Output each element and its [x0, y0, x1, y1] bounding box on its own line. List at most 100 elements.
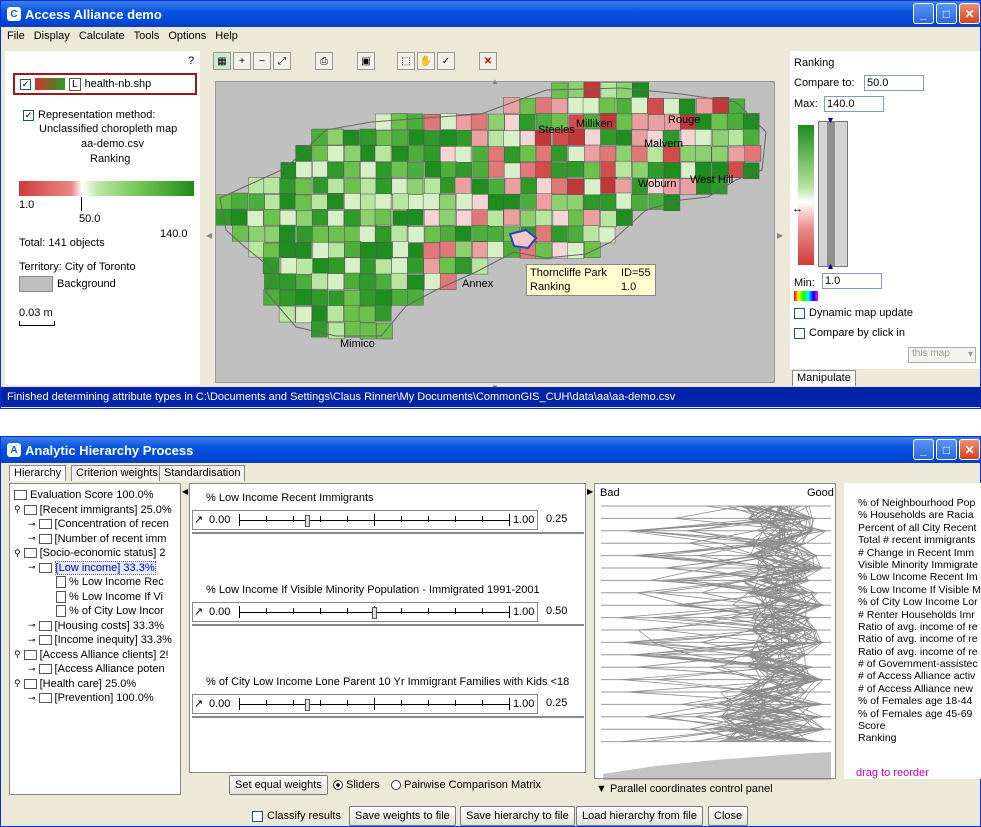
neighbourhood-polygon[interactable]: [248, 226, 266, 243]
neighbourhood-polygon[interactable]: [472, 161, 490, 179]
tree-node[interactable]: ⚲ [Access Alliance clients] 2!: [14, 648, 172, 663]
neighbourhood-polygon[interactable]: [231, 192, 248, 210]
neighbourhood-polygon[interactable]: [568, 146, 585, 163]
neighbourhood-polygon[interactable]: [390, 225, 408, 242]
neighbourhood-polygon[interactable]: [742, 128, 760, 146]
neighbourhood-polygon[interactable]: [296, 274, 313, 292]
clear-selection-icon[interactable]: ✕: [479, 52, 497, 70]
neighbourhood-polygon[interactable]: [439, 257, 456, 274]
neighbourhood-polygon[interactable]: [360, 209, 377, 227]
tree-node[interactable]: ⊸ [Access Alliance poten: [14, 662, 172, 677]
attribute-item[interactable]: Percent of all City Recent: [858, 522, 981, 534]
save-hierarchy-button[interactable]: Save hierarchy to file: [460, 806, 575, 826]
neighbourhood-polygon[interactable]: [535, 210, 553, 227]
neighbourhood-polygon[interactable]: [567, 97, 585, 114]
attribute-item[interactable]: % Households are Racia: [858, 509, 981, 521]
neighbourhood-polygon[interactable]: [582, 97, 600, 115]
neighbourhood-polygon[interactable]: [344, 257, 362, 274]
neighbourhood-polygon[interactable]: [344, 209, 361, 227]
map-panel[interactable]: Steeles Milliken Rouge Malvern Woburn We…: [215, 81, 775, 383]
neighbourhood-polygon[interactable]: [440, 161, 458, 179]
load-hierarchy-button[interactable]: Load hierarchy from file: [576, 806, 703, 826]
neighbourhood-polygon[interactable]: [456, 130, 473, 147]
neighbourhood-polygon[interactable]: [359, 289, 377, 307]
neighbourhood-polygon[interactable]: [600, 210, 617, 227]
close-button[interactable]: ✕: [959, 3, 980, 24]
neighbourhood-polygon[interactable]: [296, 258, 313, 275]
neighbourhood-polygon[interactable]: [488, 160, 505, 178]
compare-target-select[interactable]: this map ▾: [908, 347, 976, 363]
attribute-item[interactable]: # Renter Households Imr: [858, 609, 981, 621]
print-icon[interactable]: ⎙: [315, 52, 333, 70]
neighbourhood-polygon[interactable]: [486, 226, 504, 243]
neighbourhood-polygon[interactable]: [375, 178, 393, 196]
tab-criterion-weights[interactable]: Criterion weights: [71, 465, 163, 481]
neighbourhood-polygon[interactable]: [327, 145, 344, 162]
neighbourhood-polygon[interactable]: [728, 146, 745, 164]
neighbourhood-polygon[interactable]: [631, 161, 649, 179]
neighbourhood-polygon[interactable]: [375, 289, 392, 307]
neighbourhood-polygon[interactable]: [328, 290, 346, 307]
neighbourhood-polygon[interactable]: [454, 257, 472, 275]
attribute-item[interactable]: Score: [858, 720, 981, 732]
neighbourhood-polygon[interactable]: [503, 208, 521, 226]
neighbourhood-polygon[interactable]: [616, 209, 633, 226]
neighbourhood-polygon[interactable]: [488, 178, 505, 196]
neighbourhood-polygon[interactable]: [647, 162, 665, 179]
attribute-item[interactable]: Ratio of avg. income of re: [858, 633, 981, 645]
tree-node[interactable]: ⊸ [Housing costs] 33.3%: [14, 619, 172, 634]
tree-expander-icon[interactable]: ⊸: [28, 562, 36, 573]
layer-label-toggle[interactable]: L: [69, 77, 81, 91]
neighbourhood-polygon[interactable]: [343, 272, 361, 290]
neighbourhood-polygon[interactable]: [374, 193, 392, 211]
neighbourhood-polygon[interactable]: [616, 98, 634, 116]
neighbourhood-polygon[interactable]: [488, 194, 505, 211]
neighbourhood-polygon[interactable]: [455, 225, 472, 243]
neighbourhood-polygon[interactable]: [344, 145, 361, 162]
neighbourhood-polygon[interactable]: [216, 194, 233, 211]
zoom-out-icon[interactable]: −: [253, 52, 271, 70]
tree-expander-icon[interactable]: ⚲: [14, 504, 21, 515]
menu-display[interactable]: Display: [34, 30, 70, 42]
neighbourhood-polygon[interactable]: [454, 146, 472, 163]
neighbourhood-polygon[interactable]: [615, 160, 632, 178]
neighbourhood-polygon[interactable]: [520, 177, 538, 194]
manip-range-bar[interactable]: [818, 121, 848, 267]
neighbourhood-polygon[interactable]: [520, 130, 537, 148]
neighbourhood-polygon[interactable]: [503, 162, 521, 180]
ahp-maximize-button[interactable]: □: [936, 439, 957, 460]
menu-tools[interactable]: Tools: [134, 30, 160, 42]
neighbourhood-polygon[interactable]: [311, 272, 328, 290]
neighbourhood-polygon[interactable]: [663, 162, 681, 179]
neighbourhood-polygon[interactable]: [614, 178, 632, 196]
tree-node[interactable]: ⚲ [Socio-economic status] 2: [14, 546, 172, 561]
close-ahp-button[interactable]: Close: [708, 806, 749, 826]
neighbourhood-polygon[interactable]: [744, 144, 762, 162]
choropleth-map[interactable]: [216, 82, 776, 384]
neighbourhood-polygon[interactable]: [424, 226, 442, 243]
neighbourhood-polygon[interactable]: [327, 193, 344, 210]
neighbourhood-polygon[interactable]: [616, 113, 633, 131]
neighbourhood-polygon[interactable]: [424, 177, 441, 195]
neighbourhood-polygon[interactable]: [678, 98, 696, 116]
neighbourhood-polygon[interactable]: [407, 161, 424, 179]
neighbourhood-polygon[interactable]: [327, 178, 345, 195]
neighbourhood-polygon[interactable]: [312, 225, 329, 243]
neighbourhood-polygon[interactable]: [295, 161, 313, 178]
neighbourhood-polygon[interactable]: [472, 225, 489, 242]
attribute-item[interactable]: Total # recent immigrants: [858, 534, 981, 546]
tab-manipulate[interactable]: Manipulate: [792, 370, 856, 386]
neighbourhood-polygon[interactable]: [262, 257, 280, 275]
neighbourhood-polygon[interactable]: [584, 128, 601, 146]
neighbourhood-polygon[interactable]: [694, 129, 712, 146]
neighbourhood-polygon[interactable]: [407, 226, 425, 243]
minimize-button[interactable]: _: [913, 3, 934, 24]
neighbourhood-polygon[interactable]: [583, 162, 601, 179]
slider-thumb[interactable]: [304, 699, 310, 711]
neighbourhood-polygon[interactable]: [583, 194, 601, 212]
neighbourhood-polygon[interactable]: [455, 114, 473, 131]
neighbourhood-polygon[interactable]: [680, 129, 698, 146]
neighbourhood-polygon[interactable]: [423, 209, 441, 227]
neighbourhood-polygon[interactable]: [583, 209, 600, 227]
neighbourhood-polygon[interactable]: [375, 258, 392, 276]
